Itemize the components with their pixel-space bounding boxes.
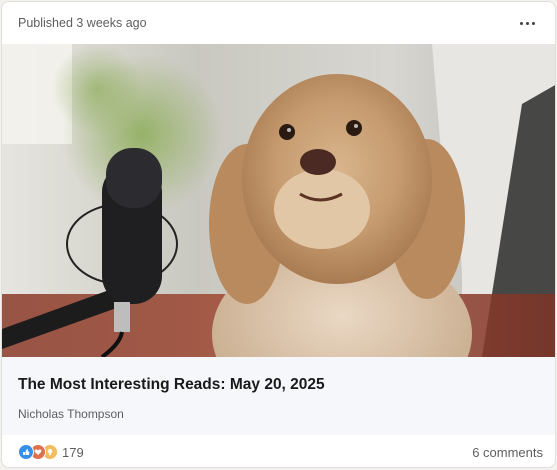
dog-with-microphone-image xyxy=(2,44,555,357)
article-title[interactable]: The Most Interesting Reads: May 20, 2025 xyxy=(18,376,325,394)
more-horizontal-icon xyxy=(519,21,523,25)
reactions-summary[interactable]: 179 xyxy=(18,444,84,460)
reaction-count: 179 xyxy=(62,444,84,460)
more-options-button[interactable] xyxy=(513,12,541,34)
article-author: Nicholas Thompson xyxy=(18,407,124,421)
published-date: Published 3 weeks ago xyxy=(18,16,147,30)
social-counts: 179 6 comments xyxy=(2,435,555,467)
comments-count-link[interactable]: 6 comments xyxy=(472,445,543,460)
card-header: Published 3 weeks ago xyxy=(2,2,555,44)
like-icon xyxy=(18,444,34,460)
article-info: The Most Interesting Reads: May 20, 2025… xyxy=(2,357,555,435)
article-card: Published 3 weeks ago The Most Interesti… xyxy=(1,1,556,468)
article-image[interactable] xyxy=(2,44,555,357)
